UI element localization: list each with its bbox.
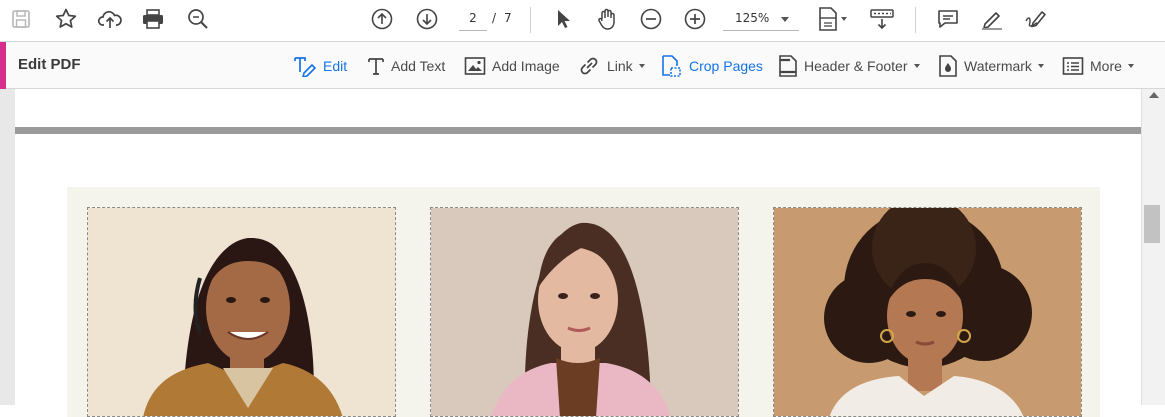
main-toolbar: 2 / 7 125% [0,0,1165,42]
header-footer-label: Header & Footer [804,58,908,74]
toolbar-divider [530,7,531,33]
scrollbar-thumb[interactable] [1144,205,1160,243]
edit-tool-button[interactable]: Edit [293,53,347,79]
more-list-icon [1062,56,1084,76]
link-label: Link [607,58,633,74]
image-icon [464,56,486,76]
pdf-page [15,89,1141,417]
hand-pan-icon[interactable] [591,5,623,33]
header-footer-button[interactable]: Header & Footer [778,53,920,79]
watermark-icon [938,54,958,78]
page-divider-rule [15,127,1141,134]
sign-icon[interactable] [1020,5,1052,33]
text-t-icon [367,56,385,76]
edit-pdf-title: Edit PDF [18,56,81,73]
save-icon[interactable] [5,5,37,33]
add-text-label: Add Text [391,58,446,74]
chevron-down-icon [913,64,920,68]
add-text-button[interactable]: Add Text [367,53,445,79]
watermark-button[interactable]: Watermark [938,53,1044,79]
current-page-field[interactable]: 2 [459,7,487,31]
portrait-photo-1[interactable] [87,207,396,417]
bookmark-star-icon[interactable] [50,5,82,33]
edit-tool-label: Edit [323,58,348,74]
zoom-dropdown[interactable]: 125% [723,7,799,31]
add-image-label: Add Image [492,58,560,74]
edit-pdf-toolbar: Edit PDF Edit Add Text Add Image Link Cr… [0,42,1165,89]
more-label: More [1090,58,1122,74]
total-pages-label: 7 [504,11,512,25]
edit-accent-stripe [0,42,6,89]
chevron-down-icon [781,17,789,22]
portrait-photo-2[interactable] [430,207,739,417]
vertical-scrollbar[interactable] [1141,89,1165,405]
crop-pages-button[interactable]: Crop Pages [659,53,763,79]
select-arrow-icon[interactable] [547,5,579,33]
document-viewport[interactable] [0,89,1165,417]
chevron-down-icon [638,64,645,68]
scroll-up-icon[interactable] [1149,92,1159,98]
page-fit-icon[interactable] [812,5,852,33]
comment-icon[interactable] [932,5,964,33]
chevron-down-icon [1037,64,1044,68]
portrait-photo-3[interactable] [773,207,1082,417]
print-icon[interactable] [137,5,169,33]
keyboard-scroll-icon[interactable] [866,5,898,33]
page-separator: / [492,11,497,25]
toolbar-divider [915,7,916,33]
zoom-out-icon[interactable] [635,5,667,33]
crop-icon [659,54,683,78]
link-icon [577,55,601,77]
chevron-down-icon [1127,64,1134,68]
next-page-icon[interactable] [411,5,443,33]
zoom-in-icon[interactable] [679,5,711,33]
highlight-pen-icon[interactable] [976,5,1008,33]
more-button[interactable]: More [1062,53,1134,79]
zoom-value: 125% [735,11,770,25]
link-button[interactable]: Link [577,53,645,79]
crop-pages-label: Crop Pages [689,58,763,74]
watermark-label: Watermark [964,58,1032,74]
edit-text-icon [293,55,317,77]
add-image-button[interactable]: Add Image [464,53,560,79]
upload-cloud-icon[interactable] [94,5,126,33]
document-icon [778,54,798,78]
prev-page-icon[interactable] [366,5,398,33]
chevron-down-icon [841,17,847,21]
zoom-search-icon[interactable] [182,5,214,33]
